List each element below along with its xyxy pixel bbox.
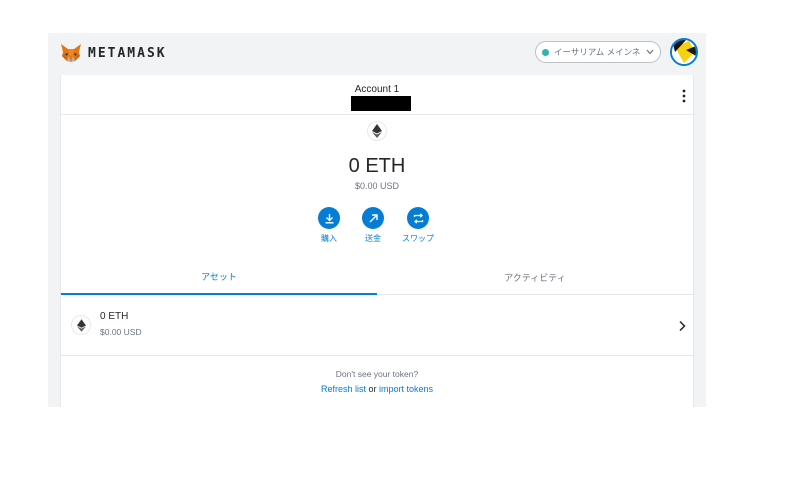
asset-list-item[interactable]: 0 ETH $0.00 USD <box>61 296 693 356</box>
ethereum-badge <box>367 121 387 141</box>
logo-wordmark: METAMASK <box>88 45 167 61</box>
app-header: METAMASK イーサリアム メインネット <box>48 33 706 73</box>
network-label: イーサリアム メインネット <box>554 47 641 57</box>
network-status-dot <box>542 48 549 56</box>
token-help-text: Don't see your token? <box>335 369 419 379</box>
send-button[interactable]: 送金 <box>350 207 396 244</box>
wallet-tabs: アセット アクティビティ <box>61 259 693 295</box>
account-name[interactable]: Account 1 <box>61 84 693 95</box>
ethereum-icon <box>76 318 86 332</box>
or-separator: or <box>368 384 377 394</box>
network-selector[interactable]: イーサリアム メインネット <box>535 41 661 63</box>
tab-assets[interactable]: アセット <box>61 259 377 295</box>
ethereum-icon <box>372 124 382 138</box>
buy-button[interactable]: 購入 <box>306 207 352 244</box>
tab-activity[interactable]: アクティビティ <box>377 259 693 295</box>
asset-token-badge <box>71 315 91 335</box>
metamask-logo[interactable]: METAMASK <box>60 43 167 63</box>
swap-button[interactable]: スワップ <box>395 207 441 244</box>
chevron-right-icon <box>679 320 686 332</box>
fiat-balance: $0.00 USD <box>354 181 400 191</box>
swap-icon <box>413 212 423 224</box>
more-options-icon[interactable] <box>681 89 687 103</box>
fox-icon <box>61 44 81 62</box>
chevron-down-icon <box>646 49 654 55</box>
asset-fiat-value: $0.00 USD <box>100 327 142 337</box>
metamask-window: METAMASK イーサリアム メインネット Account 1 redacte… <box>48 33 706 407</box>
account-avatar[interactable] <box>670 38 698 66</box>
wallet-card: Account 1 redacted 0 ETH $0.00 USD 購入 送金… <box>60 75 694 407</box>
refresh-list-link[interactable]: Refresh list <box>321 384 366 394</box>
account-address-redacted[interactable]: redacted <box>351 96 411 111</box>
buy-label: 購入 <box>321 234 337 243</box>
token-actions: Refresh list or import tokens <box>61 384 693 394</box>
import-tokens-link[interactable]: import tokens <box>379 384 433 394</box>
download-icon <box>325 213 333 224</box>
asset-amount: 0 ETH <box>100 311 129 322</box>
send-label: 送金 <box>365 234 381 243</box>
identicon-icon <box>672 40 696 64</box>
eth-balance: 0 ETH <box>348 155 406 177</box>
account-bar: Account 1 redacted <box>61 75 693 115</box>
swap-label: スワップ <box>402 234 434 243</box>
arrow-up-right-icon <box>369 213 378 222</box>
